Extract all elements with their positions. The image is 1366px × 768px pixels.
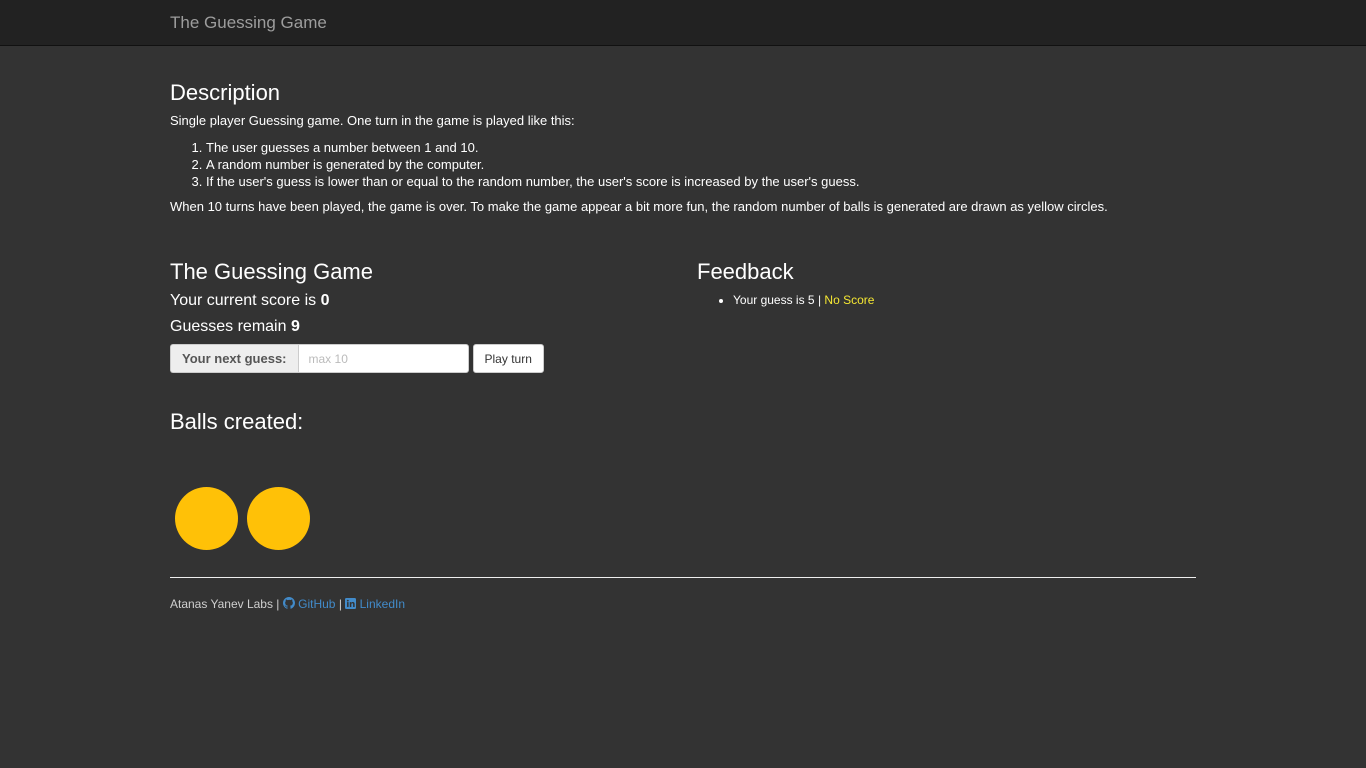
footer: Atanas Yanev Labs | GitHub | LinkedIn: [170, 597, 405, 611]
footer-divider: [170, 577, 1196, 578]
github-label: GitHub: [298, 597, 336, 611]
navbar: The Guessing Game: [0, 0, 1366, 46]
guesses-remain-label: Guesses remain: [170, 318, 287, 335]
description-title: Description: [170, 80, 281, 105]
footer-author: Atanas Yanev Labs |: [170, 597, 280, 611]
description-intro: Single player Guessing game. One turn in…: [170, 113, 575, 128]
game-title: The Guessing Game: [170, 259, 373, 284]
score-line: Your current score is 0: [170, 292, 330, 310]
navbar-brand[interactable]: The Guessing Game: [170, 13, 327, 33]
feedback-item-result: No Score: [824, 293, 875, 307]
description-steps: The user guesses a number between 1 and …: [170, 139, 859, 190]
game-panel: The Guessing Game Your current score is …: [170, 259, 670, 373]
guess-label: Your next guess:: [170, 344, 298, 373]
play-turn-button[interactable]: Play turn: [472, 344, 544, 373]
yellow-ball: [247, 487, 310, 550]
description-step: If the user's guess is lower than or equ…: [206, 173, 859, 190]
linkedin-label: LinkedIn: [359, 597, 405, 611]
description-step: A random number is generated by the comp…: [206, 156, 859, 173]
balls-area: [175, 487, 310, 550]
feedback-title: Feedback: [697, 259, 794, 284]
score-value: 0: [320, 292, 330, 309]
feedback-item: Your guess is 5 | No Score: [733, 292, 874, 308]
github-link[interactable]: GitHub: [282, 597, 339, 611]
feedback-panel: Feedback Your guess is 5 | No Score: [697, 259, 1196, 307]
score-label: Your current score is: [170, 292, 317, 309]
footer-separator: |: [338, 597, 342, 611]
linkedin-link[interactable]: LinkedIn: [345, 597, 405, 611]
feedback-item-text: Your guess is 5 |: [733, 293, 822, 307]
guess-input-group: Your next guess: Play turn: [170, 344, 544, 373]
yellow-ball: [175, 487, 238, 550]
guesses-remain-value: 9: [290, 318, 300, 335]
feedback-list: Your guess is 5 | No Score: [697, 292, 874, 308]
github-icon: [282, 597, 295, 609]
description-step: The user guesses a number between 1 and …: [206, 139, 859, 156]
guesses-remain-line: Guesses remain 9: [170, 318, 300, 336]
guess-input[interactable]: [297, 344, 469, 373]
linkedin-icon: [345, 598, 357, 609]
description-outro: When 10 turns have been played, the game…: [170, 199, 1108, 214]
balls-title: Balls created:: [170, 409, 304, 434]
